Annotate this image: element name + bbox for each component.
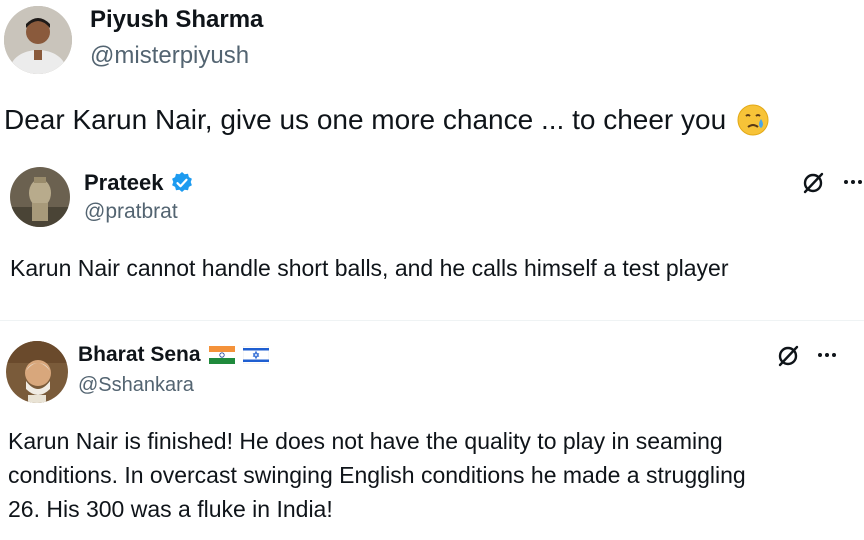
quote-1-handle[interactable]: @pratbrat: [84, 200, 178, 224]
india-flag-icon: [208, 346, 235, 364]
quote-2-name-row: Bharat Sena: [78, 343, 269, 367]
avatar-piyush[interactable]: [4, 6, 72, 74]
crying-face-emoji-icon: [736, 103, 770, 137]
quote-1-name[interactable]: Prateek: [84, 170, 164, 196]
israel-flag-icon: [242, 345, 269, 365]
quote-2-text: Karun Nair is finished! He does not have…: [8, 424, 746, 526]
post-text-content: Dear Karun Nair, give us one more chance…: [4, 104, 727, 135]
grok-icon[interactable]: [800, 170, 826, 196]
author-handle[interactable]: @misterpiyush: [90, 42, 249, 70]
quote-2-text-line-1: Karun Nair is finished! He does not have…: [8, 428, 723, 454]
quote-2-text-line-2: conditions. In overcast swinging English…: [8, 462, 746, 488]
avatar-prateek[interactable]: [10, 167, 70, 227]
quote-2-text-line-3: 26. His 300 was a fluke in India!: [8, 496, 333, 522]
quote-2-handle[interactable]: @Sshankara: [78, 374, 194, 397]
quote-1-name-row: Prateek: [84, 170, 194, 196]
more-options-icon[interactable]: [842, 170, 864, 194]
divider: [0, 320, 864, 321]
grok-icon[interactable]: [775, 343, 801, 369]
avatar-bharat-sena[interactable]: [6, 341, 68, 403]
author-name[interactable]: Piyush Sharma: [90, 6, 263, 34]
post-text: Dear Karun Nair, give us one more chance…: [4, 103, 770, 137]
quote-1-text: Karun Nair cannot handle short balls, an…: [10, 255, 729, 281]
quote-2-name[interactable]: Bharat Sena: [78, 343, 201, 367]
more-options-icon[interactable]: [816, 343, 838, 367]
verified-badge-icon: [170, 171, 194, 195]
